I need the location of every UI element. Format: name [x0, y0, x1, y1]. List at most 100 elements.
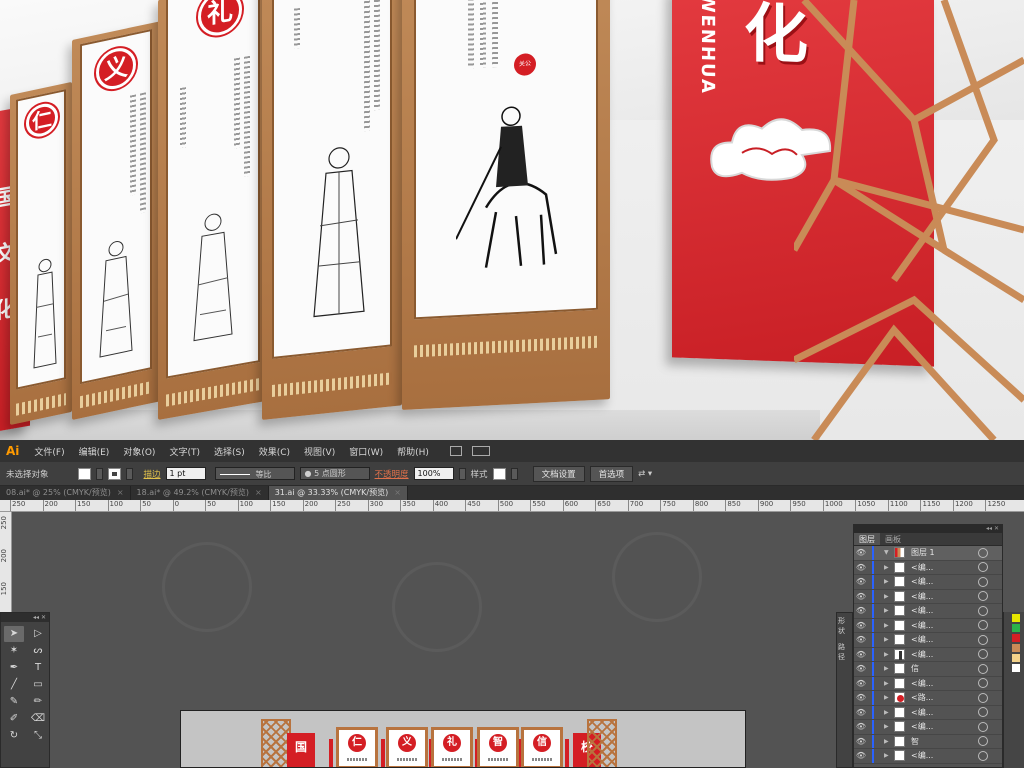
magic-wand-tool-icon[interactable]: ✶ — [4, 643, 24, 659]
expand-right-icon[interactable]: ▶ — [884, 709, 894, 716]
menu-window[interactable]: 窗口(W) — [342, 445, 390, 458]
layer-name[interactable]: <编... — [911, 605, 978, 616]
target-circle-icon[interactable] — [978, 721, 988, 732]
eraser-tool-icon[interactable]: ⌫ — [28, 711, 48, 727]
arrange-menu-icon[interactable]: ⇄ ▾ — [638, 469, 652, 479]
opacity-dropdown[interactable] — [458, 467, 466, 480]
rectangle-tool-icon[interactable]: ▭ — [28, 677, 48, 693]
tab-layers[interactable]: 图层 — [854, 533, 880, 545]
menu-view[interactable]: 视图(V) — [297, 445, 342, 458]
swatch-brown[interactable] — [1012, 644, 1020, 652]
expand-right-icon[interactable]: ▶ — [884, 694, 894, 701]
layer-row[interactable]: 👁 ▶ <路... — [854, 691, 1002, 706]
stroke-profile-select[interactable]: 等比 — [214, 467, 295, 480]
layer-name[interactable]: 信 — [911, 663, 978, 674]
visibility-eye-icon[interactable]: 👁 — [854, 577, 868, 586]
menu-object[interactable]: 对象(O) — [116, 445, 162, 458]
visibility-eye-icon[interactable]: 👁 — [854, 664, 868, 673]
doc-tab-18[interactable]: 18.ai* @ 49.2% (CMYK/预览) × — [131, 486, 269, 500]
close-icon[interactable]: × — [255, 488, 262, 497]
layer-name[interactable]: <编... — [911, 620, 978, 631]
target-circle-icon[interactable] — [978, 547, 988, 558]
visibility-eye-icon[interactable]: 👁 — [854, 635, 868, 644]
layer-row-top[interactable]: 👁 ▼ 图层 1 — [854, 546, 1002, 561]
graphic-style-swatch[interactable] — [492, 467, 506, 480]
brush-select[interactable]: ● 5 点圆形 — [299, 467, 370, 480]
swatch-red[interactable] — [1012, 634, 1020, 642]
layer-name[interactable]: <编... — [911, 721, 978, 732]
expand-right-icon[interactable]: ▶ — [884, 752, 894, 759]
graphic-style-dropdown[interactable] — [510, 467, 518, 480]
swatch-yellow[interactable] — [1012, 614, 1020, 622]
visibility-eye-icon[interactable]: 👁 — [854, 737, 868, 746]
target-circle-icon[interactable] — [978, 707, 988, 718]
blob-brush-tool-icon[interactable]: ✐ — [4, 711, 24, 727]
type-tool-icon[interactable]: T — [28, 660, 48, 676]
layer-name[interactable]: <编... — [911, 678, 978, 689]
fill-swatch[interactable] — [77, 467, 91, 480]
stroke-label[interactable]: 描边 — [144, 468, 161, 480]
scale-tool-icon[interactable]: ⤡ — [28, 728, 48, 744]
target-circle-icon[interactable] — [978, 750, 988, 761]
visibility-eye-icon[interactable]: 👁 — [854, 563, 868, 572]
target-circle-icon[interactable] — [978, 692, 988, 703]
expand-right-icon[interactable]: ▶ — [884, 593, 894, 600]
menu-edit[interactable]: 编辑(E) — [72, 445, 117, 458]
line-tool-icon[interactable]: ╱ — [4, 677, 24, 693]
expand-right-icon[interactable]: ▶ — [884, 665, 894, 672]
tab-artboards[interactable]: 画板 — [880, 533, 906, 545]
layer-row[interactable]: 👁 ▶ <编... — [854, 749, 1002, 764]
swatch-white[interactable] — [1012, 664, 1020, 672]
close-icon[interactable]: × — [117, 488, 124, 497]
menu-select[interactable]: 选择(S) — [207, 445, 252, 458]
opacity-label[interactable]: 不透明度 — [375, 468, 409, 480]
stroke-weight-field[interactable]: 1 pt — [165, 467, 206, 480]
layer-row[interactable]: 👁 ▶ <编... — [854, 589, 1002, 604]
visibility-eye-icon[interactable]: 👁 — [854, 708, 868, 717]
layer-row[interactable]: 👁 ▶ <编... — [854, 575, 1002, 590]
visibility-eye-icon[interactable]: 👁 — [854, 650, 868, 659]
target-circle-icon[interactable] — [978, 576, 988, 587]
target-circle-icon[interactable] — [978, 620, 988, 631]
tools-panel-header[interactable]: ◂◂ ✕ — [1, 613, 49, 622]
close-icon[interactable]: × — [394, 488, 401, 497]
doc-tab-08[interactable]: 08.ai* @ 25% (CMYK/预览) × — [0, 486, 131, 500]
layer-row[interactable]: 👁 ▶ <编... — [854, 633, 1002, 648]
direct-selection-tool-icon[interactable]: ▷ — [28, 626, 48, 642]
layer-name[interactable]: <编... — [911, 649, 978, 660]
pen-tool-icon[interactable]: ✒ — [4, 660, 24, 676]
expand-right-icon[interactable]: ▶ — [884, 607, 894, 614]
visibility-eye-icon[interactable]: 👁 — [854, 592, 868, 601]
expand-right-icon[interactable]: ▶ — [884, 723, 894, 730]
doc-tab-31[interactable]: 31.ai @ 33.33% (CMYK/预览) × — [268, 486, 408, 500]
expand-right-icon[interactable]: ▶ — [884, 578, 894, 585]
layer-name[interactable]: <路... — [911, 692, 978, 703]
selection-tool-icon[interactable]: ➤ — [4, 626, 24, 642]
layer-row[interactable]: 👁 ▶ <编... — [854, 647, 1002, 662]
layer-name[interactable]: <编... — [911, 576, 978, 587]
swatch-tan[interactable] — [1012, 654, 1020, 662]
layer-name[interactable]: 图层 1 — [911, 547, 978, 558]
expand-right-icon[interactable]: ▶ — [884, 564, 894, 571]
visibility-eye-icon[interactable]: 👁 — [854, 606, 868, 615]
layer-name[interactable]: <编... — [911, 591, 978, 602]
swatch-green[interactable] — [1012, 624, 1020, 632]
layer-row[interactable]: 👁 ▶ <编... — [854, 604, 1002, 619]
expand-right-icon[interactable]: ▶ — [884, 680, 894, 687]
menu-effect[interactable]: 效果(C) — [252, 445, 297, 458]
layer-name[interactable]: <编... — [911, 562, 978, 573]
layer-row[interactable]: 👁 ▶ 智 — [854, 734, 1002, 749]
target-circle-icon[interactable] — [978, 663, 988, 674]
menu-help[interactable]: 帮助(H) — [390, 445, 436, 458]
layer-row[interactable]: 👁 ▶ <编... — [854, 676, 1002, 691]
target-circle-icon[interactable] — [978, 736, 988, 747]
layer-name[interactable]: <编... — [911, 634, 978, 645]
artboard[interactable]: 国 仁 义 礼 智 信 校 — [180, 710, 746, 768]
target-circle-icon[interactable] — [978, 649, 988, 660]
target-circle-icon[interactable] — [978, 562, 988, 573]
document-setup-button[interactable]: 文档设置 — [532, 465, 585, 482]
expand-right-icon[interactable]: ▶ — [884, 622, 894, 629]
visibility-eye-icon[interactable]: 👁 — [854, 693, 868, 702]
expand-right-icon[interactable]: ▶ — [884, 651, 894, 658]
paintbrush-tool-icon[interactable]: ✎ — [4, 694, 24, 710]
